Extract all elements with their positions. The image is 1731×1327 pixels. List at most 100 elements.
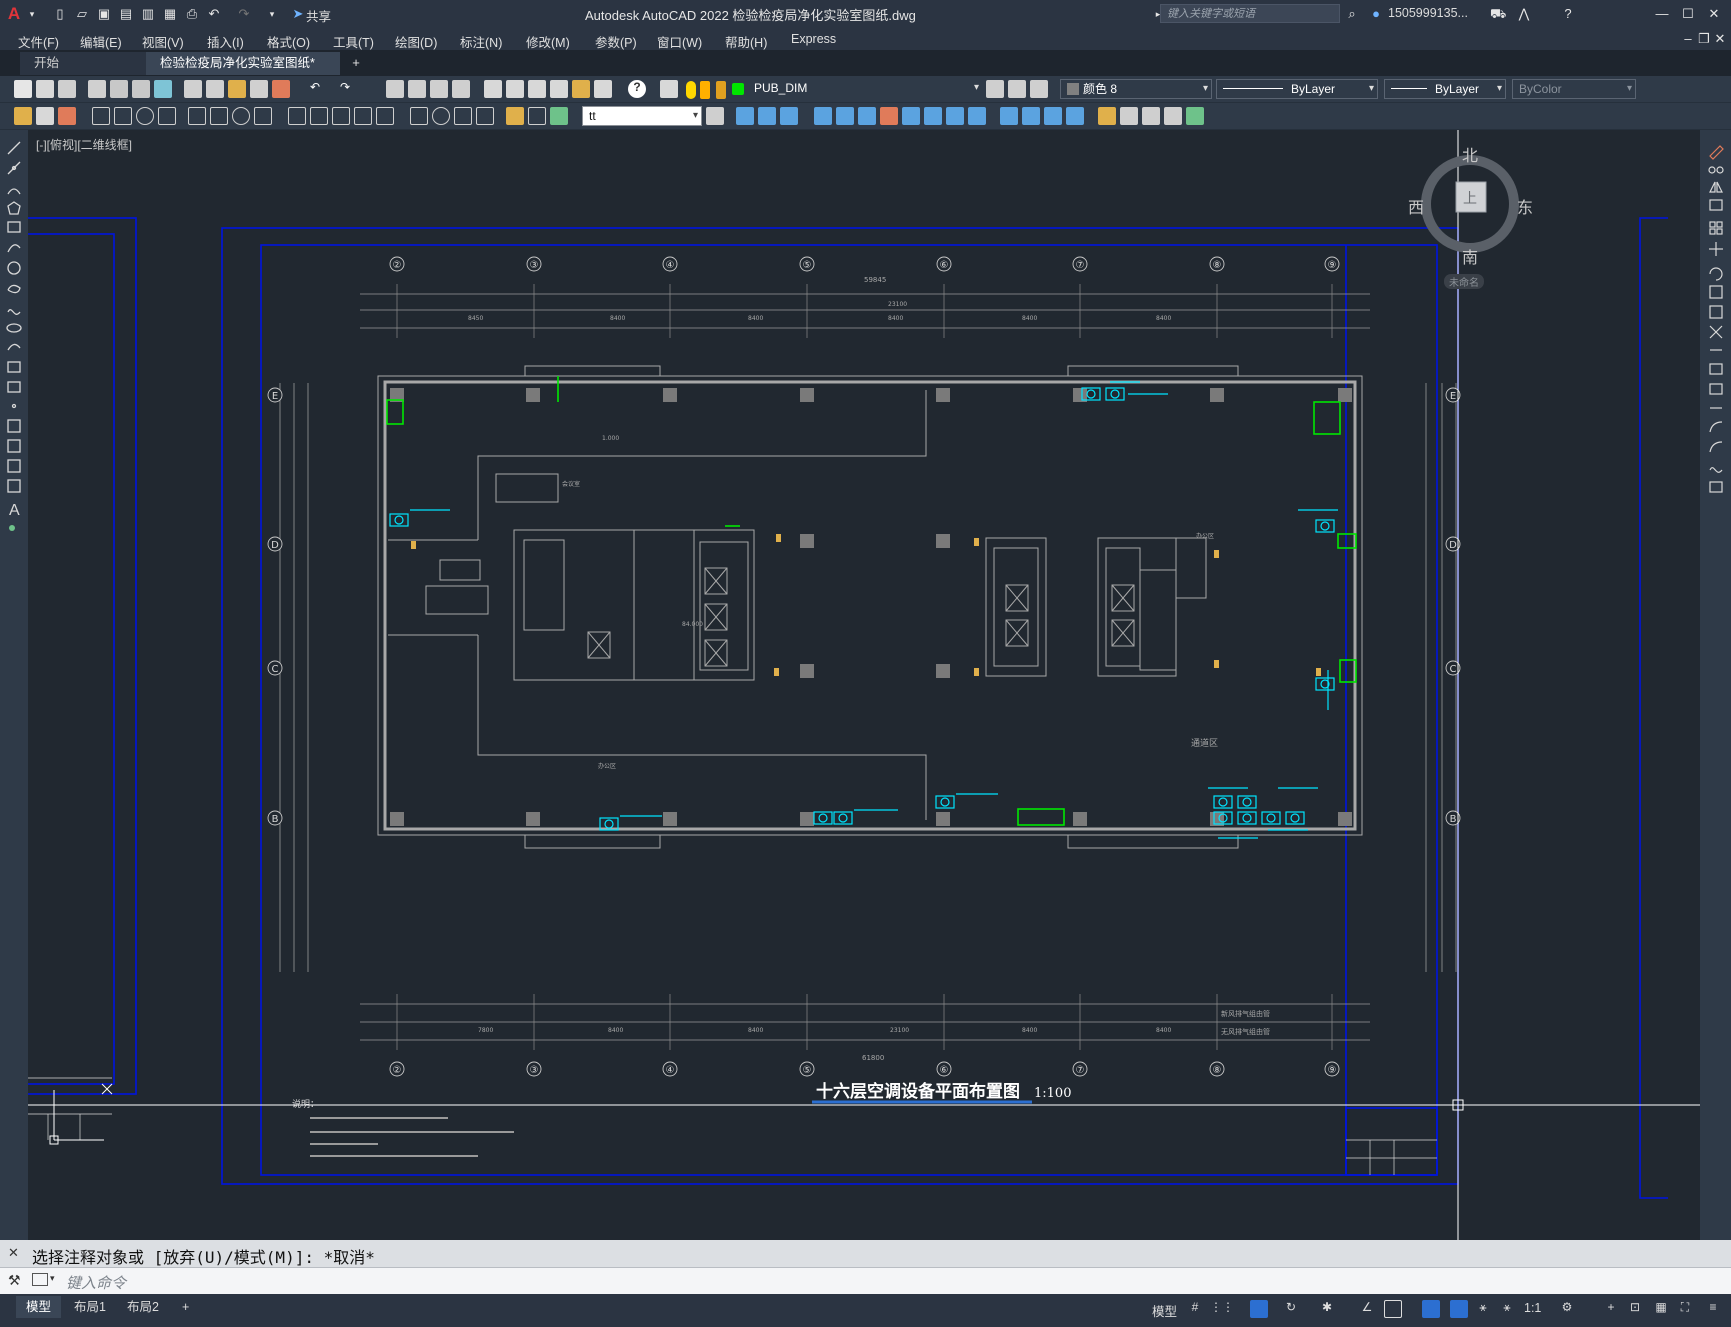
isometric-icon[interactable]: ∠ [1358,1300,1376,1318]
mirror-icon[interactable] [758,107,776,125]
snap-icon[interactable]: ⋮⋮ [1210,1300,1234,1318]
dim-style-icon[interactable] [706,107,724,125]
workspace-dropdown-icon[interactable]: ▾ [264,6,280,22]
autodesk-app-icon[interactable]: ⋀ [1516,6,1532,22]
chamfer-icon[interactable] [1022,107,1040,125]
layer-properties-icon[interactable] [660,80,678,98]
dim-arc-icon[interactable] [136,107,154,125]
viewcube-north[interactable]: 北 [1462,142,1478,166]
plot-icon[interactable]: ⎙ [184,6,200,22]
chevron-down-icon[interactable]: ▾ [50,1273,55,1284]
design-center-icon[interactable] [506,80,524,98]
menu-format[interactable]: 格式(O) [267,32,310,51]
menu-window[interactable]: 窗口(W) [657,32,702,51]
scale-icon[interactable] [880,107,898,125]
tab-active-drawing[interactable]: 检验检疫局净化实验室图纸* × [146,52,340,93]
undo-icon[interactable]: ↶ [306,80,324,98]
layer-dropdown[interactable]: PUB_DIM ▾ [748,79,982,99]
layer-previous-icon[interactable] [1008,80,1026,98]
user-icon[interactable]: ● [1368,6,1384,22]
doc-minimize-icon[interactable]: – [1680,31,1696,47]
undo-icon[interactable]: ↶ [206,6,222,22]
viewcube-top[interactable]: 上 [1463,188,1477,208]
open-icon[interactable] [36,80,54,98]
drawing-canvas[interactable]: [-][俯视][二维线框] 8450 8400 8400 8400 8400 8… [28,130,1700,1240]
dim-diameter-icon[interactable] [232,107,250,125]
join-icon[interactable] [1000,107,1018,125]
maximize-icon[interactable]: ☐ [1680,6,1696,22]
clean-screen-icon[interactable]: ⛶ [1676,1300,1694,1318]
add-layout-button[interactable]: + [172,1296,199,1318]
annotation-icon[interactable] [14,107,32,125]
share-icon[interactable]: ➤ [290,6,306,22]
layer-lock-icon[interactable] [716,81,726,99]
zoom-realtime-icon[interactable] [408,80,426,98]
make-current-layer-icon[interactable] [986,80,1004,98]
trim-icon[interactable] [924,107,942,125]
field-icon[interactable] [1186,107,1204,125]
menu-dimension[interactable]: 标注(N) [460,32,502,51]
copy-object-icon[interactable] [736,107,754,125]
menu-modify[interactable]: 修改(M) [526,32,570,51]
save-icon[interactable]: ▣ [96,6,112,22]
plot-preview-icon[interactable] [110,80,128,98]
menu-draw[interactable]: 绘图(D) [395,32,437,51]
layout-tab-model[interactable]: 模型 [16,1296,62,1318]
chevron-down-icon[interactable]: ▾ [24,6,40,22]
close-icon[interactable]: ✕ [1706,6,1722,22]
command-line[interactable]: ⚒ ▾ 键入命令 [0,1267,1731,1294]
layout-tab-2[interactable]: 布局2 [117,1296,169,1318]
cut-icon[interactable] [184,80,202,98]
hatch-icon[interactable] [58,107,76,125]
autocad-logo-icon[interactable]: A [6,5,22,22]
layer-on-icon[interactable] [686,81,696,99]
properties-icon[interactable] [484,80,502,98]
save-web-icon[interactable]: ▦ [162,6,178,22]
tool-palettes-icon[interactable] [528,80,546,98]
object-snap-icon[interactable] [1384,1300,1402,1318]
block-icon[interactable] [36,107,54,125]
stretch-icon[interactable] [902,107,920,125]
dim-space-icon[interactable] [354,107,372,125]
array-icon[interactable] [814,107,832,125]
layer-state-icon[interactable] [1030,80,1048,98]
image-icon[interactable] [1142,107,1160,125]
center-mark-icon[interactable] [432,107,450,125]
redo-icon[interactable]: ↷ [336,80,354,98]
doc-close-icon[interactable]: ✕ [1712,31,1728,47]
zoom-previous-icon[interactable] [452,80,470,98]
dim-text-edit-icon[interactable] [528,107,546,125]
jogged-linear-icon[interactable] [476,107,494,125]
menu-view[interactable]: 视图(V) [142,32,184,51]
customize-wrench-icon[interactable]: ⚒ [8,1272,21,1289]
annotation-monitor-icon[interactable]: + [1602,1300,1620,1318]
explode-icon[interactable] [1066,107,1084,125]
search-input[interactable]: 键入关键字或短语 [1160,4,1340,23]
save-as-icon[interactable]: ▤ [118,6,134,22]
autoscale-icon[interactable]: ⚹ [1474,1300,1492,1318]
user-account[interactable]: 1505999135... [1388,6,1468,20]
minimize-icon[interactable]: — [1654,6,1670,22]
layout-tab-1[interactable]: 布局1 [64,1296,116,1318]
menu-parametric[interactable]: 参数(P) [595,32,637,51]
new-tab-button[interactable]: + [348,55,364,71]
text-style-dropdown[interactable]: tt ▾ [582,106,702,126]
units-icon[interactable]: ⊡ [1626,1300,1644,1318]
customization-icon[interactable]: ≡ [1704,1300,1722,1318]
rotate-icon[interactable] [858,107,876,125]
open-web-icon[interactable]: ▥ [140,6,156,22]
menu-express[interactable]: Express [791,32,836,46]
insert-block-icon[interactable] [1098,107,1116,125]
sheet-set-icon[interactable] [550,80,568,98]
redo-icon[interactable]: ↷ [236,6,252,22]
save-icon[interactable] [58,80,76,98]
paste-icon[interactable] [228,80,246,98]
plotstyle-dropdown[interactable]: ByColor ▾ [1512,79,1636,99]
match-properties-icon[interactable] [250,80,268,98]
annotation-scale-value[interactable]: 1:1 [1524,1301,1541,1315]
move-icon[interactable] [836,107,854,125]
doc-restore-icon[interactable]: ❐ [1696,31,1712,47]
copy-icon[interactable] [206,80,224,98]
quick-dim-icon[interactable] [288,107,306,125]
dim-break-icon[interactable] [376,107,394,125]
